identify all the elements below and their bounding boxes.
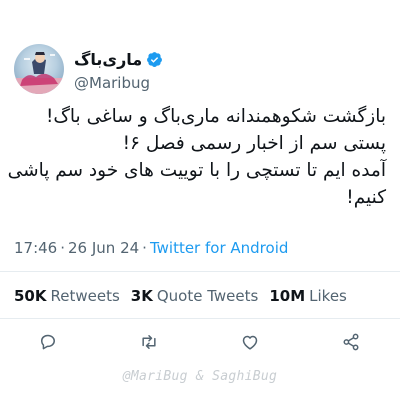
- quote-tweets-stat[interactable]: 3K Quote Tweets: [131, 287, 259, 305]
- tweet-stats: 50K Retweets 3K Quote Tweets 10M Likes: [14, 287, 347, 305]
- reply-button[interactable]: [34, 328, 62, 356]
- retweet-icon: [142, 335, 156, 349]
- tweet-actions: [0, 328, 400, 356]
- tweet-text: بازگشت شکوهمندانه ماری‌باگ و ساغی باگ! پ…: [7, 106, 386, 208]
- tweet-date[interactable]: 26 Jun 24: [68, 239, 139, 257]
- author-handle[interactable]: @Maribug: [74, 74, 150, 92]
- divider: [0, 318, 400, 319]
- retweet-button[interactable]: [135, 328, 163, 356]
- retweets-count: 50K: [14, 287, 47, 305]
- likes-stat[interactable]: 10M Likes: [269, 287, 347, 305]
- tweet-card: ماری‌باگ @Maribug بازگشت شکوهمندانه ماری…: [0, 0, 400, 400]
- tweet-time: 17:46: [14, 239, 58, 257]
- meta-separator: ·: [142, 239, 147, 257]
- watermark: @MariBug & SaghiBug: [122, 369, 278, 384]
- reply-icon: [41, 334, 55, 350]
- share-button[interactable]: [337, 328, 365, 356]
- author-display-name[interactable]: ماری‌باگ: [74, 50, 142, 69]
- avatar[interactable]: [14, 44, 64, 94]
- share-icon: [343, 333, 359, 351]
- tweet-meta: 17:46 · 26 Jun 24 · Twitter for Android: [14, 239, 288, 257]
- like-icon: [242, 335, 258, 350]
- meta-separator: ·: [60, 239, 66, 257]
- quote-tweets-count: 3K: [130, 287, 153, 305]
- quote-tweets-label: Quote Tweets: [156, 287, 259, 305]
- retweets-stat[interactable]: 50K Retweets: [14, 287, 120, 305]
- retweets-label: Retweets: [50, 287, 120, 305]
- verified-badge-icon: [147, 52, 163, 67]
- likes-label: Likes: [309, 287, 347, 305]
- divider: [0, 271, 400, 272]
- avatar-illustration: [14, 52, 64, 94]
- like-button[interactable]: [236, 328, 264, 356]
- likes-count: 10M: [269, 287, 306, 305]
- tweet-source-link[interactable]: Twitter for Android: [150, 239, 288, 257]
- author-name-row[interactable]: ماری‌باگ: [74, 50, 163, 69]
